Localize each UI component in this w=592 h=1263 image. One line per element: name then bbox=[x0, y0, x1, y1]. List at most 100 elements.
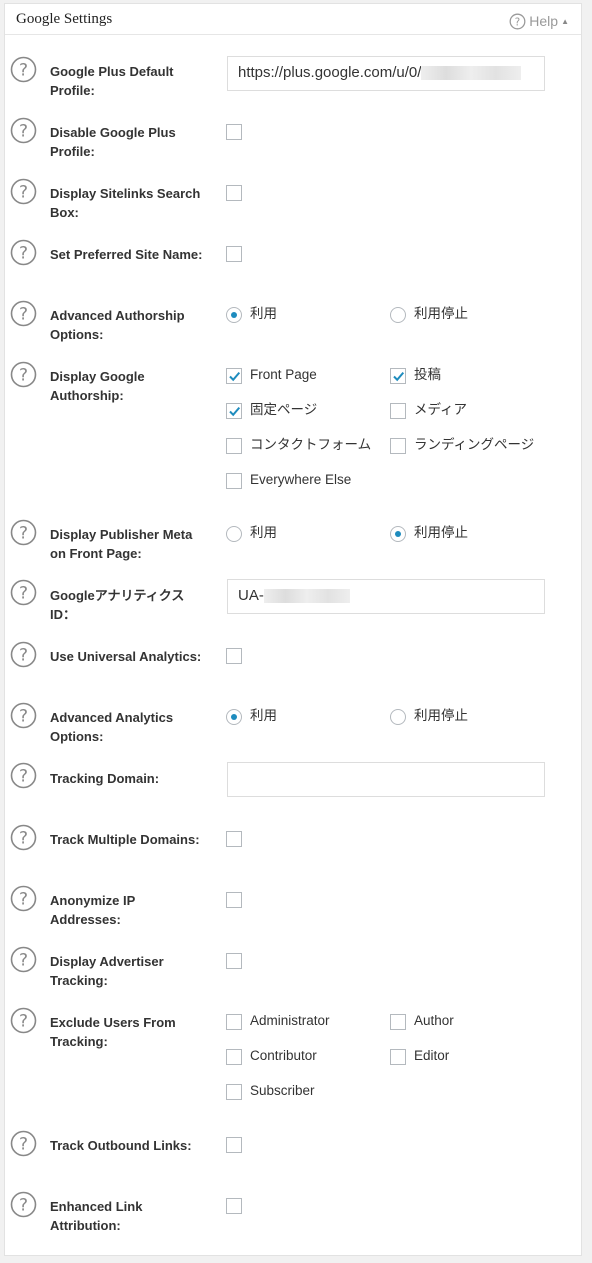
panel-header: Google Settings ? Help ▲ bbox=[5, 4, 581, 35]
authorship-front-page-checkbox[interactable] bbox=[226, 368, 242, 384]
svg-text:?: ? bbox=[19, 61, 28, 81]
help-question-icon[interactable]: ? bbox=[10, 1191, 37, 1218]
svg-text:?: ? bbox=[19, 829, 28, 849]
help-question-icon[interactable]: ? bbox=[10, 946, 37, 973]
analytics-disable-radio[interactable] bbox=[390, 709, 406, 725]
gplus-profile-input[interactable]: https://plus.google.com/u/0/ bbox=[227, 56, 545, 91]
checkmark-icon bbox=[393, 371, 405, 382]
tracking-domain-input[interactable] bbox=[227, 762, 545, 797]
help-question-icon[interactable]: ? bbox=[10, 178, 37, 205]
radio-label: 利用 bbox=[250, 306, 277, 321]
publisher-meta-enable-radio[interactable] bbox=[226, 526, 242, 542]
help-question-icon[interactable]: ? bbox=[10, 117, 37, 144]
radio-dot bbox=[231, 312, 237, 318]
universal-analytics-checkbox[interactable] bbox=[226, 648, 242, 664]
help-question-icon[interactable]: ? bbox=[10, 702, 37, 729]
redacted-mask bbox=[421, 66, 522, 81]
checkbox-label: Author bbox=[414, 1013, 454, 1028]
preferred-site-name-checkbox[interactable] bbox=[226, 246, 242, 262]
authorship-landing-page-checkbox[interactable] bbox=[390, 438, 406, 454]
checkmark-icon bbox=[229, 371, 241, 382]
field-label: Enhanced Link Attribution: bbox=[50, 1199, 143, 1233]
help-toggle[interactable]: ? Help ▲ bbox=[509, 11, 569, 31]
svg-text:?: ? bbox=[19, 244, 28, 264]
field-label: Track Outbound Links: bbox=[50, 1138, 192, 1153]
radio-dot bbox=[395, 531, 401, 537]
svg-text:?: ? bbox=[19, 183, 28, 203]
radio-label: 利用停止 bbox=[414, 525, 468, 540]
disable-gplus-checkbox[interactable] bbox=[226, 124, 242, 140]
field-label: Set Preferred Site Name: bbox=[50, 247, 203, 262]
checkbox-label: Administrator bbox=[250, 1013, 330, 1028]
exclude-author-checkbox[interactable] bbox=[390, 1014, 406, 1030]
field-label: Advanced Analytics Options: bbox=[50, 710, 174, 744]
exclude-editor-checkbox[interactable] bbox=[390, 1049, 406, 1065]
svg-text:?: ? bbox=[19, 767, 28, 787]
analytics-enable-radio[interactable] bbox=[226, 709, 242, 725]
checkbox-label: Front Page bbox=[250, 367, 317, 382]
field-label: Display Advertiser Tracking: bbox=[50, 954, 164, 988]
svg-text:?: ? bbox=[19, 366, 28, 386]
field-label: Track Multiple Domains: bbox=[50, 832, 200, 847]
radio-label: 利用 bbox=[250, 525, 277, 540]
authorship-everywhere-else-checkbox[interactable] bbox=[226, 473, 242, 489]
authorship-enable-radio[interactable] bbox=[226, 307, 242, 323]
checkbox-label: コンタクトフォーム bbox=[250, 437, 372, 452]
checkbox-label: ランディングページ bbox=[414, 437, 535, 452]
sitelinks-checkbox[interactable] bbox=[226, 185, 242, 201]
svg-text:?: ? bbox=[515, 17, 520, 28]
field-label: Display Publisher Meta on Front Page: bbox=[50, 527, 193, 561]
svg-text:?: ? bbox=[19, 646, 28, 666]
anonymize-ip-checkbox[interactable] bbox=[226, 892, 242, 908]
svg-text:?: ? bbox=[19, 584, 28, 604]
help-question-icon[interactable]: ? bbox=[10, 239, 37, 266]
exclude-subscriber-checkbox[interactable] bbox=[226, 1084, 242, 1100]
svg-text:?: ? bbox=[19, 1135, 28, 1155]
svg-text:?: ? bbox=[19, 890, 28, 910]
help-question-icon[interactable]: ? bbox=[10, 1130, 37, 1157]
help-question-icon[interactable]: ? bbox=[10, 824, 37, 851]
multiple-domains-checkbox[interactable] bbox=[226, 831, 242, 847]
radio-label: 利用 bbox=[250, 708, 277, 723]
checkbox-label: 固定ページ bbox=[250, 402, 318, 417]
help-question-icon[interactable]: ? bbox=[10, 641, 37, 668]
help-question-icon[interactable]: ? bbox=[10, 56, 37, 83]
help-question-icon[interactable]: ? bbox=[10, 762, 37, 789]
help-question-icon[interactable]: ? bbox=[10, 361, 37, 388]
publisher-meta-disable-radio[interactable] bbox=[390, 526, 406, 542]
panel-title: Google Settings bbox=[16, 11, 113, 27]
authorship-pages-checkbox[interactable] bbox=[226, 403, 242, 419]
enhanced-link-checkbox[interactable] bbox=[226, 1198, 242, 1214]
advertiser-tracking-checkbox[interactable] bbox=[226, 953, 242, 969]
help-question-icon[interactable]: ? bbox=[10, 885, 37, 912]
exclude-contributor-checkbox[interactable] bbox=[226, 1049, 242, 1065]
field-label: Tracking Domain: bbox=[50, 771, 160, 786]
field-label: Advanced Authorship Options: bbox=[50, 308, 185, 342]
authorship-posts-checkbox[interactable] bbox=[390, 368, 406, 384]
help-label: Help bbox=[529, 13, 559, 29]
analytics-id-input[interactable]: UA- bbox=[227, 579, 545, 614]
help-question-icon[interactable]: ? bbox=[10, 1007, 37, 1034]
svg-text:?: ? bbox=[19, 707, 28, 727]
field-label: Anonymize IP Addresses: bbox=[50, 893, 136, 927]
exclude-administrator-checkbox[interactable] bbox=[226, 1014, 242, 1030]
radio-label: 利用停止 bbox=[414, 306, 468, 321]
authorship-disable-radio[interactable] bbox=[390, 307, 406, 323]
outbound-links-checkbox[interactable] bbox=[226, 1137, 242, 1153]
radio-dot bbox=[231, 714, 237, 720]
field-label: Disable Google Plus Profile: bbox=[50, 125, 176, 159]
svg-text:?: ? bbox=[19, 122, 28, 142]
authorship-contact-form-checkbox[interactable] bbox=[226, 438, 242, 454]
authorship-media-checkbox[interactable] bbox=[390, 403, 406, 419]
radio-label: 利用停止 bbox=[414, 708, 468, 723]
svg-text:?: ? bbox=[19, 305, 28, 325]
svg-text:?: ? bbox=[19, 1012, 28, 1032]
help-question-icon[interactable]: ? bbox=[10, 579, 37, 606]
input-value: UA- bbox=[238, 587, 264, 604]
help-question-icon[interactable]: ? bbox=[10, 519, 37, 546]
field-label: Display Sitelinks Search Box: bbox=[50, 186, 201, 220]
triangle-up-icon: ▲ bbox=[561, 16, 569, 26]
checkbox-label: Editor bbox=[414, 1048, 450, 1063]
checkbox-label: Contributor bbox=[250, 1048, 317, 1063]
help-question-icon[interactable]: ? bbox=[10, 300, 37, 327]
